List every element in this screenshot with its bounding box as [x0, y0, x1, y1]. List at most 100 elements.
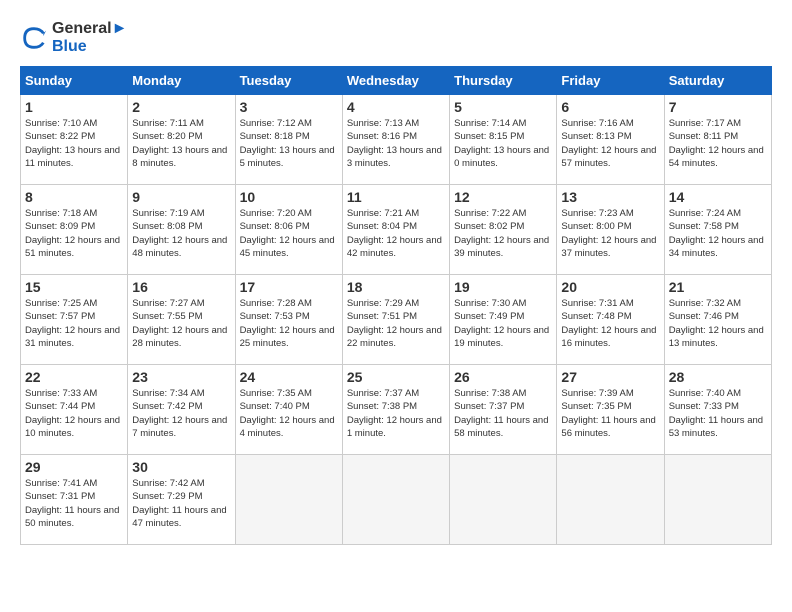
calendar-day-21: 21 Sunrise: 7:32 AM Sunset: 7:46 PM Dayl… — [664, 275, 771, 365]
day-info: Sunrise: 7:16 AM Sunset: 8:13 PM Dayligh… — [561, 117, 659, 170]
day-info: Sunrise: 7:29 AM Sunset: 7:51 PM Dayligh… — [347, 297, 445, 350]
page-header: General► Blue — [20, 20, 772, 56]
day-info: Sunrise: 7:20 AM Sunset: 8:06 PM Dayligh… — [240, 207, 338, 260]
day-number: 7 — [669, 99, 767, 115]
day-number: 10 — [240, 189, 338, 205]
calendar-day-15: 15 Sunrise: 7:25 AM Sunset: 7:57 PM Dayl… — [21, 275, 128, 365]
day-number: 20 — [561, 279, 659, 295]
calendar-empty-cell — [557, 455, 664, 545]
day-info: Sunrise: 7:28 AM Sunset: 7:53 PM Dayligh… — [240, 297, 338, 350]
day-info: Sunrise: 7:41 AM Sunset: 7:31 PM Dayligh… — [25, 477, 123, 530]
day-number: 6 — [561, 99, 659, 115]
calendar-day-29: 29 Sunrise: 7:41 AM Sunset: 7:31 PM Dayl… — [21, 455, 128, 545]
calendar-day-30: 30 Sunrise: 7:42 AM Sunset: 7:29 PM Dayl… — [128, 455, 235, 545]
calendar-day-22: 22 Sunrise: 7:33 AM Sunset: 7:44 PM Dayl… — [21, 365, 128, 455]
calendar-day-3: 3 Sunrise: 7:12 AM Sunset: 8:18 PM Dayli… — [235, 95, 342, 185]
day-info: Sunrise: 7:27 AM Sunset: 7:55 PM Dayligh… — [132, 297, 230, 350]
day-number: 13 — [561, 189, 659, 205]
calendar-empty-cell — [664, 455, 771, 545]
day-number: 17 — [240, 279, 338, 295]
calendar-empty-cell — [342, 455, 449, 545]
weekday-header-sunday: Sunday — [21, 67, 128, 95]
day-number: 21 — [669, 279, 767, 295]
day-info: Sunrise: 7:21 AM Sunset: 8:04 PM Dayligh… — [347, 207, 445, 260]
day-number: 29 — [25, 459, 123, 475]
calendar-day-25: 25 Sunrise: 7:37 AM Sunset: 7:38 PM Dayl… — [342, 365, 449, 455]
weekday-header-tuesday: Tuesday — [235, 67, 342, 95]
day-info: Sunrise: 7:24 AM Sunset: 7:58 PM Dayligh… — [669, 207, 767, 260]
day-number: 30 — [132, 459, 230, 475]
day-info: Sunrise: 7:10 AM Sunset: 8:22 PM Dayligh… — [25, 117, 123, 170]
day-number: 27 — [561, 369, 659, 385]
day-number: 12 — [454, 189, 552, 205]
calendar-day-12: 12 Sunrise: 7:22 AM Sunset: 8:02 PM Dayl… — [450, 185, 557, 275]
day-number: 15 — [25, 279, 123, 295]
weekday-header-saturday: Saturday — [664, 67, 771, 95]
calendar-week-row: 29 Sunrise: 7:41 AM Sunset: 7:31 PM Dayl… — [21, 455, 772, 545]
day-info: Sunrise: 7:13 AM Sunset: 8:16 PM Dayligh… — [347, 117, 445, 170]
day-number: 11 — [347, 189, 445, 205]
weekday-header-monday: Monday — [128, 67, 235, 95]
calendar-empty-cell — [235, 455, 342, 545]
day-info: Sunrise: 7:19 AM Sunset: 8:08 PM Dayligh… — [132, 207, 230, 260]
day-number: 24 — [240, 369, 338, 385]
calendar-day-28: 28 Sunrise: 7:40 AM Sunset: 7:33 PM Dayl… — [664, 365, 771, 455]
day-number: 25 — [347, 369, 445, 385]
calendar-week-row: 22 Sunrise: 7:33 AM Sunset: 7:44 PM Dayl… — [21, 365, 772, 455]
day-info: Sunrise: 7:33 AM Sunset: 7:44 PM Dayligh… — [25, 387, 123, 440]
calendar-day-13: 13 Sunrise: 7:23 AM Sunset: 8:00 PM Dayl… — [557, 185, 664, 275]
calendar-week-row: 8 Sunrise: 7:18 AM Sunset: 8:09 PM Dayli… — [21, 185, 772, 275]
weekday-header-wednesday: Wednesday — [342, 67, 449, 95]
day-number: 18 — [347, 279, 445, 295]
day-info: Sunrise: 7:38 AM Sunset: 7:37 PM Dayligh… — [454, 387, 552, 440]
day-number: 23 — [132, 369, 230, 385]
day-info: Sunrise: 7:14 AM Sunset: 8:15 PM Dayligh… — [454, 117, 552, 170]
day-number: 22 — [25, 369, 123, 385]
day-number: 19 — [454, 279, 552, 295]
day-info: Sunrise: 7:42 AM Sunset: 7:29 PM Dayligh… — [132, 477, 230, 530]
day-number: 5 — [454, 99, 552, 115]
day-number: 3 — [240, 99, 338, 115]
logo-icon — [20, 24, 48, 52]
day-info: Sunrise: 7:18 AM Sunset: 8:09 PM Dayligh… — [25, 207, 123, 260]
day-info: Sunrise: 7:22 AM Sunset: 8:02 PM Dayligh… — [454, 207, 552, 260]
calendar-day-2: 2 Sunrise: 7:11 AM Sunset: 8:20 PM Dayli… — [128, 95, 235, 185]
day-info: Sunrise: 7:17 AM Sunset: 8:11 PM Dayligh… — [669, 117, 767, 170]
calendar-day-8: 8 Sunrise: 7:18 AM Sunset: 8:09 PM Dayli… — [21, 185, 128, 275]
day-info: Sunrise: 7:40 AM Sunset: 7:33 PM Dayligh… — [669, 387, 767, 440]
calendar-week-row: 15 Sunrise: 7:25 AM Sunset: 7:57 PM Dayl… — [21, 275, 772, 365]
calendar-day-19: 19 Sunrise: 7:30 AM Sunset: 7:49 PM Dayl… — [450, 275, 557, 365]
calendar-day-26: 26 Sunrise: 7:38 AM Sunset: 7:37 PM Dayl… — [450, 365, 557, 455]
weekday-header-row: SundayMondayTuesdayWednesdayThursdayFrid… — [21, 67, 772, 95]
day-info: Sunrise: 7:12 AM Sunset: 8:18 PM Dayligh… — [240, 117, 338, 170]
calendar-table: SundayMondayTuesdayWednesdayThursdayFrid… — [20, 66, 772, 545]
day-info: Sunrise: 7:31 AM Sunset: 7:48 PM Dayligh… — [561, 297, 659, 350]
calendar-day-1: 1 Sunrise: 7:10 AM Sunset: 8:22 PM Dayli… — [21, 95, 128, 185]
weekday-header-thursday: Thursday — [450, 67, 557, 95]
calendar-week-row: 1 Sunrise: 7:10 AM Sunset: 8:22 PM Dayli… — [21, 95, 772, 185]
day-number: 16 — [132, 279, 230, 295]
calendar-day-18: 18 Sunrise: 7:29 AM Sunset: 7:51 PM Dayl… — [342, 275, 449, 365]
day-number: 9 — [132, 189, 230, 205]
day-info: Sunrise: 7:25 AM Sunset: 7:57 PM Dayligh… — [25, 297, 123, 350]
day-info: Sunrise: 7:11 AM Sunset: 8:20 PM Dayligh… — [132, 117, 230, 170]
calendar-day-17: 17 Sunrise: 7:28 AM Sunset: 7:53 PM Dayl… — [235, 275, 342, 365]
calendar-day-14: 14 Sunrise: 7:24 AM Sunset: 7:58 PM Dayl… — [664, 185, 771, 275]
day-info: Sunrise: 7:35 AM Sunset: 7:40 PM Dayligh… — [240, 387, 338, 440]
calendar-day-11: 11 Sunrise: 7:21 AM Sunset: 8:04 PM Dayl… — [342, 185, 449, 275]
calendar-day-20: 20 Sunrise: 7:31 AM Sunset: 7:48 PM Dayl… — [557, 275, 664, 365]
calendar-empty-cell — [450, 455, 557, 545]
calendar-day-23: 23 Sunrise: 7:34 AM Sunset: 7:42 PM Dayl… — [128, 365, 235, 455]
day-info: Sunrise: 7:37 AM Sunset: 7:38 PM Dayligh… — [347, 387, 445, 440]
calendar-day-4: 4 Sunrise: 7:13 AM Sunset: 8:16 PM Dayli… — [342, 95, 449, 185]
calendar-day-9: 9 Sunrise: 7:19 AM Sunset: 8:08 PM Dayli… — [128, 185, 235, 275]
calendar-day-7: 7 Sunrise: 7:17 AM Sunset: 8:11 PM Dayli… — [664, 95, 771, 185]
calendar-day-27: 27 Sunrise: 7:39 AM Sunset: 7:35 PM Dayl… — [557, 365, 664, 455]
day-info: Sunrise: 7:34 AM Sunset: 7:42 PM Dayligh… — [132, 387, 230, 440]
logo: General► Blue — [20, 20, 127, 56]
day-info: Sunrise: 7:39 AM Sunset: 7:35 PM Dayligh… — [561, 387, 659, 440]
day-number: 8 — [25, 189, 123, 205]
day-info: Sunrise: 7:30 AM Sunset: 7:49 PM Dayligh… — [454, 297, 552, 350]
day-number: 4 — [347, 99, 445, 115]
calendar-day-16: 16 Sunrise: 7:27 AM Sunset: 7:55 PM Dayl… — [128, 275, 235, 365]
